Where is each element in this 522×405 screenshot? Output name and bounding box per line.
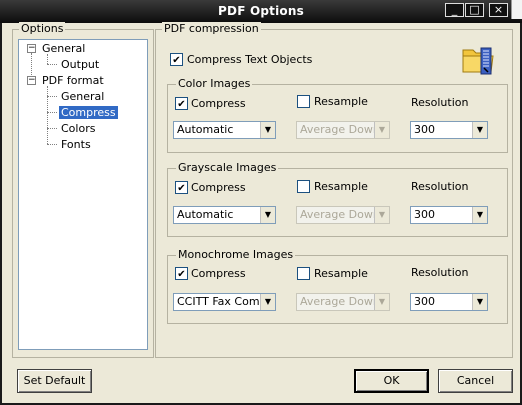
tree-item-colors[interactable]: Colors [61,122,95,135]
grayscale-resolution-label: Resolution [411,180,469,193]
set-default-button[interactable]: Set Default [17,369,92,393]
grayscale-images-group: Grayscale Images [167,161,508,237]
monochrome-compress-checkbox[interactable] [175,267,188,280]
tree-item-general[interactable]: General [42,42,85,55]
monochrome-resample-checkbox[interactable] [297,267,310,280]
collapse-icon[interactable]: − [27,76,36,85]
grayscale-method-value: Automatic [177,208,234,221]
grayscale-downsample-value: Average Down: [300,208,384,221]
title-bar[interactable]: PDF Options _ □ × [0,0,522,23]
window-title: PDF Options [218,4,304,18]
chevron-down-icon[interactable]: ▼ [260,122,275,138]
color-resolution-label: Resolution [411,96,469,109]
monochrome-method-select[interactable]: CCITT Fax Comp ▼ [173,293,276,311]
color-images-label: Color Images [176,77,253,90]
compress-text-label: Compress Text Objects [187,53,313,66]
color-resolution-select[interactable]: 300 ▼ [410,121,488,139]
chevron-down-icon[interactable]: ▼ [472,294,487,310]
grayscale-method-select[interactable]: Automatic ▼ [173,206,276,224]
maximize-icon[interactable]: □ [465,3,484,17]
chevron-down-icon[interactable]: ▼ [260,294,275,310]
options-label: Options [19,22,66,35]
options-tree[interactable]: − General Output − PDF format General Co… [18,39,148,350]
color-resample-checkbox[interactable] [297,95,310,108]
pdf-compression-label: PDF compression [162,22,261,35]
chevron-down-icon[interactable]: ▼ [472,122,487,138]
tree-item-pdf-format[interactable]: PDF format [42,74,104,87]
ok-button[interactable]: OK [354,369,429,393]
tree-item-pdf-general[interactable]: General [61,90,104,103]
zip-folder-icon [462,47,494,75]
tree-connector [47,112,57,113]
collapse-icon[interactable]: − [27,44,36,53]
color-compress-label: Compress [191,97,246,110]
grayscale-compress-checkbox[interactable] [175,181,188,194]
color-downsample-select: Average Down: ▼ [296,121,390,139]
tree-connector [47,96,57,97]
close-icon[interactable]: × [489,3,508,17]
minimize-icon[interactable]: _ [445,3,464,17]
monochrome-images-label: Monochrome Images [176,248,296,261]
grayscale-resolution-value: 300 [414,208,435,221]
background-window-fragment [511,0,522,19]
grayscale-resolution-select[interactable]: 300 ▼ [410,206,488,224]
color-compress-checkbox[interactable] [175,97,188,110]
grayscale-resample-label: Resample [314,180,368,193]
tree-connector [47,128,57,129]
grayscale-resample-checkbox[interactable] [297,180,310,193]
monochrome-compress-label: Compress [191,267,246,280]
monochrome-resolution-value: 300 [414,295,435,308]
chevron-down-icon: ▼ [374,294,389,310]
monochrome-downsample-select: Average Down: ▼ [296,293,390,311]
monochrome-resolution-label: Resolution [411,266,469,279]
tree-item-compress[interactable]: Compress [58,105,119,120]
compress-text-checkbox[interactable] [170,53,183,66]
chevron-down-icon[interactable]: ▼ [260,207,275,223]
chevron-down-icon: ▼ [374,207,389,223]
grayscale-compress-label: Compress [191,181,246,194]
cancel-button[interactable]: Cancel [438,369,513,393]
chevron-down-icon: ▼ [374,122,389,138]
grayscale-images-label: Grayscale Images [176,161,279,174]
tree-connector [47,64,57,65]
tree-item-fonts[interactable]: Fonts [61,138,91,151]
color-downsample-value: Average Down: [300,123,384,136]
chevron-down-icon[interactable]: ▼ [472,207,487,223]
tree-connector [47,86,48,144]
monochrome-method-value: CCITT Fax Comp [177,295,267,308]
tree-item-output[interactable]: Output [61,58,99,71]
monochrome-resolution-select[interactable]: 300 ▼ [410,293,488,311]
monochrome-downsample-value: Average Down: [300,295,384,308]
grayscale-downsample-select: Average Down: ▼ [296,206,390,224]
color-resolution-value: 300 [414,123,435,136]
color-method-value: Automatic [177,123,234,136]
color-resample-label: Resample [314,95,368,108]
tree-connector [47,54,48,64]
tree-connector [47,144,57,145]
monochrome-resample-label: Resample [314,267,368,280]
color-method-select[interactable]: Automatic ▼ [173,121,276,139]
